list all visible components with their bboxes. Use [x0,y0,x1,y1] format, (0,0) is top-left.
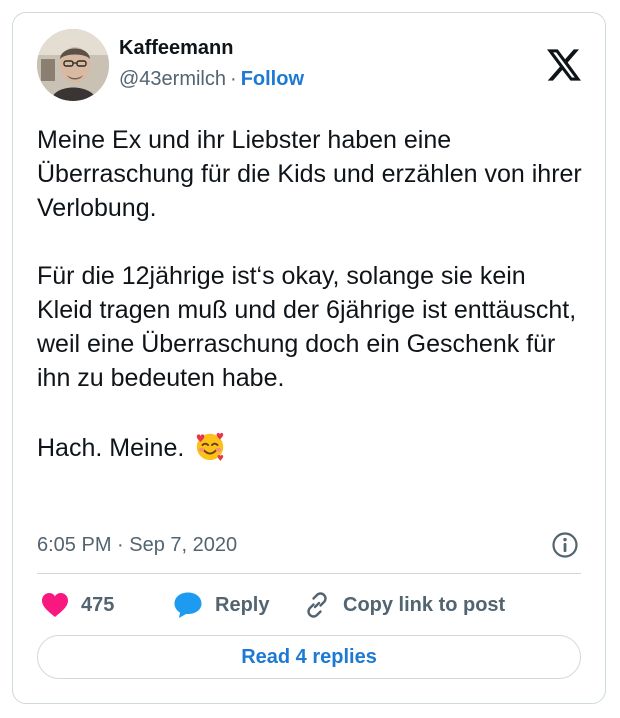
tweet-paragraph-3: Hach. Meine. [37,434,185,462]
like-button[interactable]: 475 [41,587,114,623]
avatar[interactable] [37,29,109,101]
tweet-paragraph-3-line: Hach. Meine. [37,429,587,465]
tweet-timestamp[interactable]: 6:05 PM · Sep 7, 2020 [37,534,237,556]
link-icon [307,592,327,618]
x-logo-icon[interactable] [547,49,581,81]
read-replies-button[interactable]: Read 4 replies [37,635,581,679]
user-handle[interactable]: @43ermilch [119,68,226,90]
divider [37,573,581,574]
tweet-text: Meine Ex und ihr Liebster haben eine Übe… [37,123,587,465]
tweet-paragraph-2: Für die 12jährige ist‘s okay, solange si… [37,262,577,392]
reply-label: Reply [215,593,270,616]
tweet-header: Kaffeemann @43ermilch · Follow [37,29,585,109]
handle-row: @43ermilch · Follow [119,65,304,93]
user-info: Kaffeemann @43ermilch · Follow [119,35,304,93]
follow-button[interactable]: Follow [241,68,304,90]
like-count: 475 [81,593,115,616]
tweet-card: Kaffeemann @43ermilch · Follow Meine Ex un… [12,12,606,704]
action-bar: 475 Reply Copy link to post [41,587,581,627]
copy-link-button[interactable]: Copy link to post [303,587,505,623]
heart-icon [42,593,68,617]
reply-bubble-icon [174,592,202,618]
copy-link-label: Copy link to post [343,593,506,616]
separator-dot: · [230,68,237,90]
info-icon[interactable] [551,531,579,559]
avatar-photo [37,29,109,101]
smiling-face-with-hearts-icon [197,432,224,462]
read-replies-label: Read 4 replies [241,645,377,668]
reply-button[interactable]: Reply [173,587,269,623]
tweet-meta: 6:05 PM · Sep 7, 2020 [37,529,581,561]
tweet-paragraph-1: Meine Ex und ihr Liebster haben eine Übe… [37,126,582,222]
display-name[interactable]: Kaffeemann [119,35,304,61]
